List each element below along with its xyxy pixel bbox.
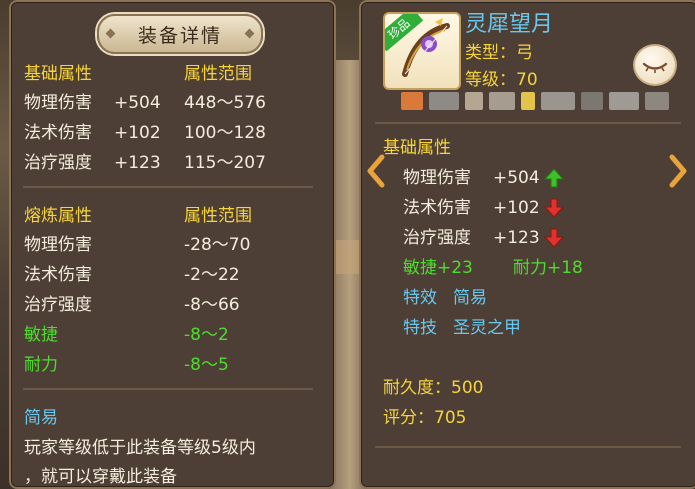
refine-row-range: -8～5 bbox=[184, 355, 229, 375]
refine-attr-heading: 熔炼属性 bbox=[24, 206, 92, 226]
base-row-value: +123 bbox=[114, 153, 161, 173]
base-attr-heading: 基础属性 bbox=[24, 64, 92, 84]
item-level: 等级：70 bbox=[465, 70, 538, 90]
effect-description: ，就可以穿戴此装备 bbox=[24, 467, 177, 487]
refine-row-name: 治疗强度 bbox=[24, 295, 92, 315]
base-row-range: 448～576 bbox=[184, 93, 266, 113]
refine-row-range: -8～66 bbox=[184, 295, 240, 315]
item-tooltip-panel: 珍品 灵犀望月 类型：弓 等级：70 基础属性 物理伤害 +504 法术伤害 +… bbox=[359, 0, 695, 489]
effect-label: 特效 bbox=[403, 288, 437, 308]
skill-value: 圣灵之甲 bbox=[453, 318, 521, 338]
arrow-down-icon bbox=[543, 228, 565, 248]
base-range-heading: 属性范围 bbox=[184, 64, 252, 84]
refine-row-range: -28～70 bbox=[184, 235, 251, 255]
refine-row-name: 法术伤害 bbox=[24, 265, 92, 285]
durability: 耐久度：500 bbox=[383, 378, 484, 398]
base-row-range: 115～207 bbox=[184, 153, 266, 173]
base-row-value: +102 bbox=[114, 123, 161, 143]
section-divider bbox=[375, 122, 681, 124]
stat-value: +123 bbox=[493, 228, 540, 248]
bonus-stamina: 耐力+18 bbox=[513, 258, 583, 278]
plate-ornament-icon bbox=[105, 28, 116, 39]
chevron-right-icon[interactable] bbox=[667, 154, 689, 188]
score: 评分：705 bbox=[383, 408, 467, 428]
effect-name: 简易 bbox=[24, 408, 58, 428]
base-row-name: 物理伤害 bbox=[24, 93, 92, 113]
stat-name: 物理伤害 bbox=[403, 168, 471, 188]
refine-range-heading: 属性范围 bbox=[184, 206, 252, 226]
item-slot[interactable]: 珍品 bbox=[383, 12, 461, 90]
item-type: 类型：弓 bbox=[465, 43, 533, 63]
arrow-down-icon bbox=[543, 198, 565, 218]
section-divider bbox=[23, 388, 313, 390]
panel-title: 装备详情 bbox=[137, 24, 222, 47]
stat-value: +504 bbox=[493, 168, 540, 188]
arrow-up-icon bbox=[543, 168, 565, 188]
base-row-range: 100～128 bbox=[184, 123, 266, 143]
stat-value: +102 bbox=[493, 198, 540, 218]
refine-row-name: 耐力 bbox=[24, 355, 58, 375]
base-row-name: 治疗强度 bbox=[24, 153, 92, 173]
effect-value: 简易 bbox=[453, 288, 487, 308]
refine-row-name: 物理伤害 bbox=[24, 235, 92, 255]
stat-name: 法术伤害 bbox=[403, 198, 471, 218]
blurred-owner-info bbox=[401, 92, 671, 110]
section-divider bbox=[375, 446, 681, 448]
stat-name: 治疗强度 bbox=[403, 228, 471, 248]
refine-row-name: 敏捷 bbox=[24, 325, 58, 345]
base-row-name: 法术伤害 bbox=[24, 123, 92, 143]
section-divider bbox=[23, 186, 313, 188]
panel-title-plate: 装备详情 bbox=[97, 14, 263, 54]
chevron-left-icon[interactable] bbox=[365, 154, 387, 188]
refine-row-range: -8～2 bbox=[184, 325, 229, 345]
base-attr-heading: 基础属性 bbox=[383, 138, 451, 158]
item-name: 灵犀望月 bbox=[465, 12, 554, 37]
base-row-value: +504 bbox=[114, 93, 161, 113]
skill-label: 特技 bbox=[403, 318, 437, 338]
toggle-compare-button[interactable] bbox=[633, 44, 677, 86]
refine-row-range: -2～22 bbox=[184, 265, 240, 285]
eye-closed-icon bbox=[642, 62, 668, 73]
plate-ornament-icon bbox=[244, 28, 255, 39]
equipment-detail-panel: 装备详情 基础属性 属性范围 物理伤害 +504 448～576 法术伤害 +1… bbox=[9, 0, 336, 489]
bonus-agility: 敏捷+23 bbox=[403, 258, 473, 278]
effect-description: 玩家等级低于此装备等级5级内 bbox=[24, 438, 256, 458]
